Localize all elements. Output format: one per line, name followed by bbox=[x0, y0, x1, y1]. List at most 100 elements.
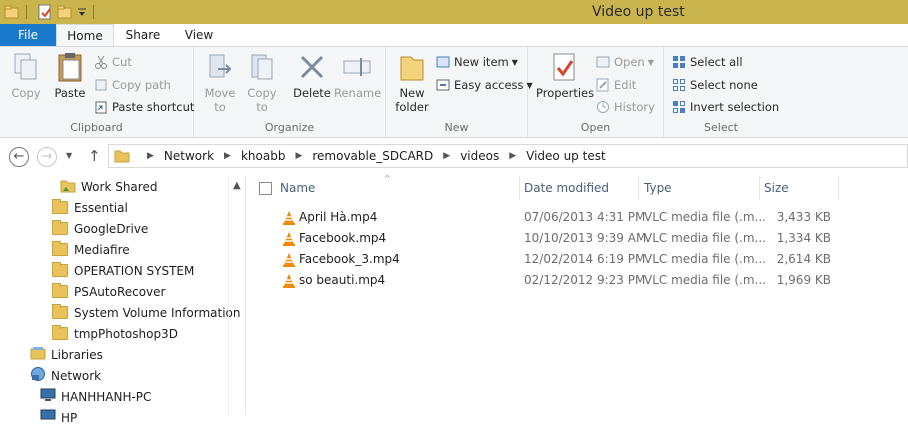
tab-share[interactable]: Share bbox=[120, 24, 166, 46]
copy-to-label-2: to bbox=[256, 100, 268, 114]
column-header-date-modified[interactable]: Date modified bbox=[524, 176, 638, 200]
copy-path-button[interactable]: Copy path bbox=[94, 76, 171, 94]
invert-selection-icon bbox=[672, 100, 686, 114]
history-button[interactable]: History bbox=[596, 98, 655, 116]
file-date: 07/06/2013 4:31 PM bbox=[524, 210, 646, 224]
select-group: Select all Select none Invert selection … bbox=[664, 47, 779, 137]
properties-icon[interactable] bbox=[37, 4, 53, 20]
table-row[interactable]: so beauti.mp4 02/12/2012 9:23 PM VLC med… bbox=[246, 270, 908, 291]
column-header-size[interactable]: Size bbox=[764, 176, 838, 200]
open-label: Open bbox=[614, 55, 645, 69]
new-group-label: New bbox=[444, 121, 469, 134]
navigation-pane: Work Shared Essential GoogleDrive Mediaf… bbox=[0, 176, 244, 425]
breadcrumb-separator-icon[interactable]: ▶ bbox=[147, 151, 154, 161]
select-none-icon bbox=[672, 78, 686, 92]
column-header-type[interactable]: Type bbox=[644, 176, 760, 200]
nav-item-hanhhanh-pc[interactable]: HANHHANH-PC bbox=[40, 386, 151, 407]
invert-selection-button[interactable]: Invert selection bbox=[672, 98, 779, 116]
new-folder-button[interactable]: New folder bbox=[392, 51, 432, 114]
nav-item-tmpphotoshop3d[interactable]: tmpPhotoshop3D bbox=[52, 323, 178, 344]
table-row[interactable]: Facebook.mp4 10/10/2013 9:39 AM VLC medi… bbox=[246, 228, 908, 249]
breadcrumb-separator-icon[interactable]: ▶ bbox=[295, 151, 302, 161]
forward-arrow-icon: → bbox=[41, 149, 53, 164]
nav-item-work-shared[interactable]: Work Shared bbox=[60, 176, 157, 197]
nav-item-hp[interactable]: HP bbox=[40, 407, 77, 428]
up-button[interactable]: ↑ bbox=[88, 147, 101, 165]
nav-item-label: Network bbox=[51, 368, 102, 383]
new-folder-icon bbox=[396, 51, 428, 83]
breadcrumb-separator-icon[interactable]: ▶ bbox=[443, 151, 450, 161]
nav-item-mediafire[interactable]: Mediafire bbox=[52, 239, 130, 260]
table-row[interactable]: April Hà.mp4 07/06/2013 4:31 PM VLC medi… bbox=[246, 207, 908, 228]
folder-icon[interactable] bbox=[4, 4, 20, 20]
breadcrumb-videos[interactable]: videos bbox=[460, 149, 499, 163]
column-header-name[interactable]: Name bbox=[280, 176, 520, 200]
nav-item-operation-system[interactable]: OPERATION SYSTEM bbox=[52, 260, 194, 281]
open-button[interactable]: Open ▼ bbox=[596, 53, 654, 71]
nav-item-libraries[interactable]: Libraries bbox=[30, 344, 103, 365]
delete-button[interactable]: Delete bbox=[292, 51, 332, 100]
nav-item-label: OPERATION SYSTEM bbox=[74, 263, 195, 278]
edit-button[interactable]: Edit bbox=[596, 76, 636, 94]
easy-access-button[interactable]: Easy access ▼ bbox=[436, 76, 533, 94]
nav-pane-scrollbar[interactable]: ▲ bbox=[228, 176, 244, 415]
libraries-icon bbox=[30, 346, 46, 363]
file-date: 12/02/2014 6:19 PM bbox=[524, 252, 646, 266]
breadcrumb-video-up-test[interactable]: Video up test bbox=[526, 149, 606, 163]
file-size: 3,433 KB bbox=[776, 210, 831, 224]
select-none-button[interactable]: Select none bbox=[672, 76, 758, 94]
open-group-label: Open bbox=[580, 121, 611, 134]
scroll-up-icon[interactable]: ▲ bbox=[233, 180, 241, 191]
tab-view[interactable]: View bbox=[180, 24, 218, 46]
breadcrumb-network[interactable]: Network bbox=[164, 149, 214, 163]
network-icon bbox=[30, 366, 46, 385]
up-arrow-icon: ↑ bbox=[88, 147, 101, 165]
breadcrumb-separator-icon[interactable]: ▶ bbox=[509, 151, 516, 161]
nav-item-network[interactable]: Network bbox=[30, 365, 101, 386]
properties-button[interactable]: Properties bbox=[536, 51, 594, 100]
move-to-label: Move bbox=[204, 86, 236, 100]
nav-item-essential[interactable]: Essential bbox=[52, 197, 128, 218]
select-all-checkbox[interactable] bbox=[259, 182, 272, 195]
history-icon bbox=[596, 100, 610, 114]
table-row[interactable]: Facebook_3.mp4 12/02/2014 6:19 PM VLC me… bbox=[246, 249, 908, 270]
tab-home[interactable]: Home bbox=[56, 24, 114, 46]
nav-item-googledrive[interactable]: GoogleDrive bbox=[52, 218, 148, 239]
nav-item-label: tmpPhotoshop3D bbox=[74, 326, 178, 341]
rename-button[interactable]: Rename bbox=[334, 51, 381, 100]
paste-button[interactable]: Paste bbox=[50, 51, 90, 100]
copy-button[interactable]: Copy bbox=[6, 51, 46, 100]
breadcrumb-khoabb[interactable]: khoabb bbox=[241, 149, 285, 163]
forward-button[interactable]: → bbox=[37, 147, 57, 167]
navigation-bar: ← → ▼ ↑ ▶ Network ▶ khoabb ▶ removable_S… bbox=[0, 138, 908, 176]
address-bar[interactable]: ▶ Network ▶ khoabb ▶ removable_SDCARD ▶ … bbox=[108, 144, 908, 168]
copy-to-button[interactable]: Copy to bbox=[244, 51, 280, 114]
file-list: ^ Name Date modified Type Size April Hà.… bbox=[245, 174, 908, 415]
new-item-button[interactable]: New item ▼ bbox=[436, 53, 518, 71]
select-group-label: Select bbox=[704, 121, 738, 134]
new-folder-icon[interactable] bbox=[57, 4, 73, 20]
ribbon-tabs: File Home Share View bbox=[0, 24, 908, 46]
nav-item-label: Mediafire bbox=[74, 242, 130, 257]
nav-item-system-volume-information[interactable]: System Volume Information bbox=[52, 302, 240, 323]
customize-toolbar-icon[interactable] bbox=[77, 4, 87, 20]
cut-button[interactable]: Cut bbox=[94, 53, 132, 71]
vlc-cone-icon bbox=[282, 273, 296, 289]
vlc-cone-icon bbox=[282, 231, 296, 247]
back-button[interactable]: ← bbox=[9, 147, 29, 167]
tab-file[interactable]: File bbox=[0, 24, 56, 46]
file-type: VLC media file (.m... bbox=[644, 210, 766, 224]
nav-item-psautorecover[interactable]: PSAutoRecover bbox=[52, 281, 165, 302]
vlc-cone-icon bbox=[282, 210, 296, 226]
paste-shortcut-button[interactable]: Paste shortcut bbox=[94, 98, 194, 116]
recent-locations-dropdown[interactable]: ▼ bbox=[66, 151, 72, 160]
edit-icon bbox=[596, 78, 610, 92]
file-name: so beauti.mp4 bbox=[299, 273, 386, 287]
select-all-button[interactable]: Select all bbox=[672, 53, 743, 71]
breadcrumb-separator-icon[interactable]: ▶ bbox=[224, 151, 231, 161]
file-size: 1,969 KB bbox=[776, 273, 831, 287]
open-icon bbox=[596, 55, 610, 69]
breadcrumb-removable-sdcard[interactable]: removable_SDCARD bbox=[312, 149, 433, 163]
folder-icon bbox=[52, 262, 68, 277]
move-to-button[interactable]: Move to bbox=[202, 51, 238, 114]
